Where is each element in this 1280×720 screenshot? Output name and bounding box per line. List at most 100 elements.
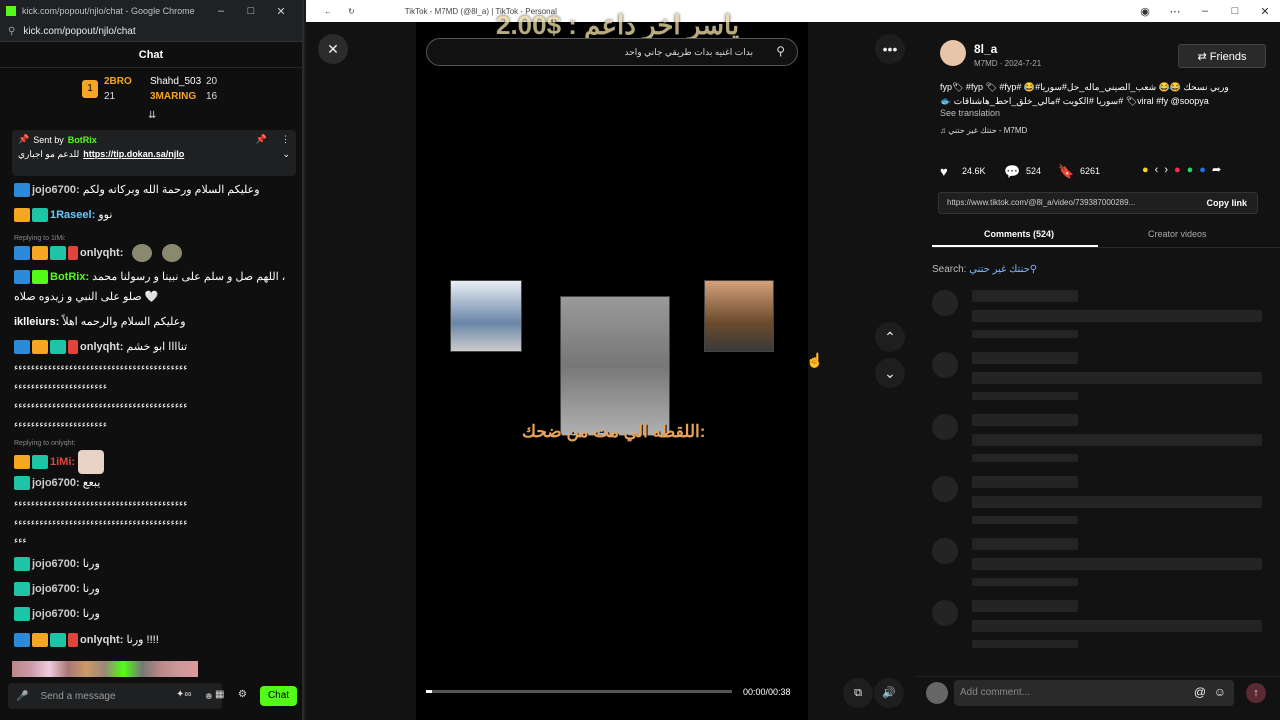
profile-icon[interactable]: ◉ xyxy=(1130,5,1160,18)
add-comment-placeholder: Add comment... xyxy=(960,687,1031,698)
previous-video-button[interactable]: ⌃ xyxy=(875,322,905,352)
skeleton-avatar xyxy=(932,352,958,378)
skeleton-avatar xyxy=(932,476,958,502)
search-term-link[interactable]: حنتك غير حتني xyxy=(969,264,1030,275)
chat-message: 1iMi: xyxy=(14,450,105,474)
emote xyxy=(78,450,105,474)
emote-strip[interactable] xyxy=(12,661,198,677)
see-translation-link[interactable]: See translation xyxy=(940,108,1000,118)
chevron-down-icon[interactable]: ⇊ xyxy=(148,110,156,121)
sound-name[interactable]: ♫ حنتك غير حتني - M7MD xyxy=(940,126,1027,135)
more-icon[interactable]: ⋯ xyxy=(1160,5,1190,18)
pinned-text: للدعم مو اجباري xyxy=(18,149,80,159)
chat-message: jojo6700: يبعع xyxy=(14,476,100,491)
skeleton-line xyxy=(972,392,1078,400)
skeleton-line xyxy=(972,454,1078,462)
facebook-icon[interactable]: ● xyxy=(1199,164,1212,176)
pip-button[interactable]: ⧉ xyxy=(843,678,873,708)
minimize-icon[interactable]: – xyxy=(1190,5,1220,17)
skeleton-line xyxy=(972,352,1078,364)
close-icon[interactable]: ✕ xyxy=(266,5,296,18)
chat-message-cont: صلو على النبي و زيدوه صلاه 🤍 xyxy=(14,291,159,303)
chat-message-cont: ءءءءءءءءءءءءءءءءءءءءءءءءءءءءءءءءءءءءءءءء… xyxy=(14,517,188,527)
tip-link[interactable]: https://tip.dokan.sa/njlo xyxy=(83,149,184,160)
friends-button[interactable]: ⇄ Friends xyxy=(1178,44,1266,68)
save-count: 6261 xyxy=(1080,166,1101,176)
chat-message-cont: ءءءءءءءءءءءءءءءءءءءءءءءءءءءءءءءءءءءءءءءء… xyxy=(14,400,188,410)
pin-icon: 📌 xyxy=(18,134,30,144)
embed-icon[interactable]: ‹› xyxy=(1155,164,1174,176)
add-comment-input[interactable]: Add comment... @ ☺ xyxy=(954,680,1234,706)
skeleton-line xyxy=(972,600,1078,612)
microphone-icon[interactable]: 🎤 xyxy=(16,691,28,702)
friends-label: Friends xyxy=(1209,50,1247,63)
whatsapp-icon[interactable]: ● xyxy=(1187,164,1200,176)
reload-icon[interactable]: ↻ xyxy=(348,7,355,16)
tiktok-window: ← ↻ TikTok - M7MD (@8l_a) | TikTok - Per… xyxy=(306,0,1280,720)
chat-message: BotRix: اللهم صل و سلم على نبينا و رسولن… xyxy=(14,270,285,285)
share-arrow-icon[interactable]: ➦ xyxy=(1212,164,1227,176)
next-video-button[interactable]: ⌄ xyxy=(875,358,905,388)
tabs-divider xyxy=(932,247,1280,248)
address-bar[interactable]: ⚲ kick.com/popout/njlo/chat xyxy=(0,22,302,42)
video-description: وربي نسحك 😂😂 شعب_الصيني_ماله_حل#سوريا#😂 … xyxy=(940,82,1229,106)
search-label: Search: حنتك غير حتني⚲ xyxy=(932,264,1038,275)
tab-creator-videos[interactable]: Creator videos xyxy=(1148,229,1207,239)
maximize-icon[interactable]: □ xyxy=(236,5,266,17)
comment-skeleton xyxy=(932,476,1262,526)
maximize-icon[interactable]: □ xyxy=(1220,5,1250,17)
site-settings-icon[interactable]: ⚲ xyxy=(8,26,15,37)
user-avatar xyxy=(926,682,948,704)
expand-chevron-icon[interactable]: ⌄ xyxy=(282,149,290,160)
avatar[interactable] xyxy=(940,40,966,66)
chat-message: iklleiurs: وعليكم السلام والرحمه اهلاً xyxy=(14,316,186,328)
close-icon[interactable]: ✕ xyxy=(1250,5,1280,18)
back-icon[interactable]: ← xyxy=(324,7,332,16)
post-comment-button[interactable]: ↑ xyxy=(1246,683,1266,703)
copy-link-button[interactable]: Copy link xyxy=(1206,198,1247,208)
emoji-icon[interactable]: ☺ xyxy=(1214,685,1226,699)
heart-icon[interactable]: ♥ xyxy=(940,164,948,179)
search-icon: ⚲ xyxy=(1029,264,1038,275)
skeleton-line xyxy=(972,290,1078,302)
chat-message-cont: ءءءءءءءءءءءءءءءءءءءءءء xyxy=(14,381,108,391)
tab-comments[interactable]: Comments (524) xyxy=(984,229,1054,239)
leader-name: 3MARING xyxy=(150,91,197,102)
author-name[interactable]: 8l_a xyxy=(974,42,997,56)
like-count: 24.6K xyxy=(962,166,986,176)
emoji-icon[interactable]: ☻ xyxy=(203,691,214,702)
more-options-button[interactable]: ••• xyxy=(875,34,905,64)
coin-icon[interactable]: ● xyxy=(1142,164,1155,176)
video-link[interactable]: https://www.tiktok.com/@8l_a/video/73938… xyxy=(947,198,1135,207)
link-box: https://www.tiktok.com/@8l_a/video/73938… xyxy=(938,192,1258,214)
window-title: kick.com/popout/njlo/chat - Google Chrom… xyxy=(22,6,195,16)
send-icon[interactable]: ● xyxy=(1174,164,1187,176)
bookmark-icon[interactable]: 🔖 xyxy=(1058,164,1074,180)
minimize-icon[interactable]: – xyxy=(206,5,236,17)
volume-button[interactable]: 🔊 xyxy=(874,678,904,708)
store-icon[interactable]: ▦ xyxy=(215,689,224,700)
more-icon[interactable]: ⋮ xyxy=(281,134,290,145)
video-clip xyxy=(560,296,670,436)
mention-icon[interactable]: @ xyxy=(1194,685,1206,699)
gift-icon[interactable]: ✦∞ xyxy=(176,689,192,700)
chat-message-cont: ءءءءءءءءءءءءءءءءءءءءءءءءءءءءءءءءءءءءءءءء… xyxy=(14,498,188,508)
close-video-button[interactable]: ✕ xyxy=(318,34,348,64)
chat-message-cont: ءءءءءءءءءءءءءءءءءءءءءءءءءءءءءءءءءءءءءءءء… xyxy=(14,362,188,372)
progress-fill xyxy=(426,690,433,693)
progress-bar[interactable] xyxy=(426,690,732,693)
share-icons[interactable]: ●‹›●●●➦ xyxy=(1142,163,1227,176)
rank-badge: 1 xyxy=(82,80,98,98)
reply-indicator: Replying to onlyqht: xyxy=(14,440,76,447)
skeleton-line xyxy=(972,434,1262,446)
comment-icon[interactable]: 💬 xyxy=(1004,164,1020,180)
unpin-icon[interactable]: 📌 xyxy=(256,134,267,145)
video-search-bar[interactable]: بدات اغنيه بدات طريقي جاني واحد ⚲ xyxy=(426,38,798,66)
leaderboard: 1 2BRO 21 Shahd_503 20 3MARING 16 xyxy=(0,68,302,108)
search-text: بدات اغنيه بدات طريقي جاني واحد xyxy=(624,46,753,57)
pinned-message: 📌 Sent by BotRix 📌 ⋮ للدعم مو اجباري htt… xyxy=(12,130,296,176)
settings-icon[interactable]: ⚙ xyxy=(238,689,247,700)
search-icon[interactable]: ⚲ xyxy=(776,44,785,58)
comment-skeleton xyxy=(932,538,1262,588)
chat-send-button[interactable]: Chat xyxy=(260,686,297,706)
